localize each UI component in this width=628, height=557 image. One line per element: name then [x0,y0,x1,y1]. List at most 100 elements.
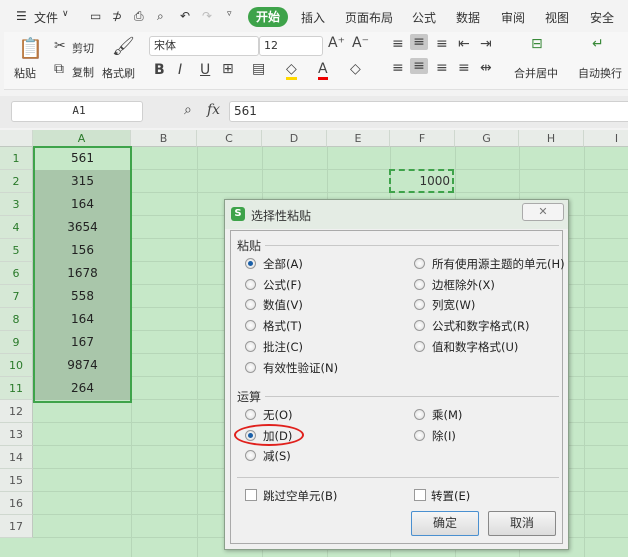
redo-icon[interactable]: ↷ [202,9,212,23]
fill-color-icon[interactable]: ◇ [286,61,297,80]
decrease-font-icon[interactable]: A⁻ [352,35,369,51]
file-menu[interactable]: 文件 [34,9,58,26]
clear-icon[interactable]: ◇ [350,61,361,77]
formula-input[interactable]: 561 [229,101,628,122]
paste-right-0-radio[interactable] [414,258,425,269]
formula-bar: A1 ⌕ fx 561 [0,96,628,128]
paste-left-4-radio[interactable] [245,340,256,352]
row-header-15[interactable]: 15 [0,469,33,492]
font-color-icon[interactable]: A [318,61,328,80]
italic-icon[interactable]: I [178,62,182,78]
operation-right-0-label: 乘(M) [432,408,463,422]
row-header-3[interactable]: 3 [0,193,33,216]
row-header-9[interactable]: 9 [0,331,33,354]
paste-right-4-radio[interactable] [414,340,425,352]
dialog-titlebar: S 选择性粘贴 ✕ [225,200,568,229]
tab-data[interactable]: 数据 [456,9,480,26]
cell-style-icon[interactable]: ▤ [252,61,265,77]
chevron-down-icon[interactable]: ∨ [62,9,69,19]
print-icon[interactable]: ⎙ [134,9,144,24]
column-header-D[interactable]: D [262,130,327,147]
tab-formulas[interactable]: 公式 [412,9,436,26]
cell-F2[interactable]: 1000 [389,169,454,193]
operation-left-0-radio[interactable] [245,409,256,420]
row-header-13[interactable]: 13 [0,423,33,446]
row-header-17[interactable]: 17 [0,515,33,538]
transpose-checkbox[interactable] [414,489,426,501]
increase-indent-icon[interactable]: ⇥ [480,36,492,52]
paste-right-1-radio[interactable] [414,278,425,290]
row-header-1[interactable]: 1 [0,147,33,170]
distribute-icon[interactable]: ⇹ [480,60,492,76]
row-header-10[interactable]: 10 [0,354,33,377]
tab-view[interactable]: 视图 [545,9,569,26]
font-name-select[interactable]: 宋体 [149,36,259,56]
align-left-icon[interactable]: ≡ [392,60,404,76]
row-header-14[interactable]: 14 [0,446,33,469]
row-header-12[interactable]: 12 [0,400,33,423]
column-header-E[interactable]: E [327,130,390,147]
align-right-icon[interactable]: ≡ [436,60,448,76]
row-header-5[interactable]: 5 [0,239,33,262]
row-header-4[interactable]: 4 [0,216,33,239]
paste-left-1-radio[interactable] [245,278,256,290]
export-icon[interactable]: ⊅ [112,9,122,23]
tab-review[interactable]: 审阅 [501,9,525,26]
justify-icon[interactable]: ≡ [458,60,470,76]
column-header-G[interactable]: G [455,130,519,147]
more-icon[interactable]: ▿ [227,9,232,19]
align-middle-icon[interactable]: ≡ [410,34,428,50]
paste-right-4-label: 值和数字格式(U) [432,339,519,354]
bold-icon[interactable]: B [154,62,165,78]
cancel-button[interactable]: 取消 [488,511,556,536]
paste-icon[interactable]: 📋 [18,36,43,60]
underline-icon[interactable]: U [200,62,210,78]
column-header-B[interactable]: B [131,130,197,147]
cut-button[interactable]: 剪切 [72,40,94,56]
hamburger-icon[interactable]: ☰ [16,9,27,23]
tab-home[interactable]: 开始 [248,7,288,27]
column-header-F[interactable]: F [390,130,455,147]
paste-left-0-radio[interactable] [245,258,256,269]
select-all-corner[interactable] [0,130,33,147]
tab-security[interactable]: 安全 [590,9,614,26]
decrease-indent-icon[interactable]: ⇤ [458,36,470,52]
column-header-C[interactable]: C [197,130,262,147]
row-header-2[interactable]: 2 [0,170,33,193]
zoom-icon[interactable]: ⌕ [184,102,192,118]
skip-blanks-checkbox[interactable] [245,489,257,501]
copy-button[interactable]: 复制 [72,64,94,80]
row-header-6[interactable]: 6 [0,262,33,285]
align-center-icon[interactable]: ≡ [410,58,428,74]
align-bottom-icon[interactable]: ≡ [436,36,448,52]
column-header-I[interactable]: I [584,130,628,147]
row-header-7[interactable]: 7 [0,285,33,308]
tab-insert[interactable]: 插入 [301,9,325,26]
row-header-11[interactable]: 11 [0,377,33,400]
align-top-icon[interactable]: ≡ [392,36,404,52]
font-size-select[interactable]: 12 [259,36,323,56]
print-preview-icon[interactable]: ⌕ [157,9,164,24]
paste-left-5-radio[interactable] [245,361,256,373]
ok-button[interactable]: 确定 [411,511,479,536]
increase-font-icon[interactable]: A⁺ [328,35,345,51]
merge-center-button[interactable]: 合并居中 [514,65,558,81]
format-painter-button[interactable]: 格式刷 [102,65,135,81]
column-header-H[interactable]: H [519,130,584,147]
close-button[interactable]: ✕ [522,203,564,221]
name-box[interactable]: A1 [11,101,143,122]
operation-right-1-radio[interactable] [414,429,425,441]
border-icon[interactable]: ⊞ [222,61,234,77]
row-header-16[interactable]: 16 [0,492,33,515]
undo-icon[interactable]: ↶ [180,9,190,23]
column-header-A[interactable]: A [33,130,131,147]
fx-icon[interactable]: fx [207,102,220,118]
row-header-8[interactable]: 8 [0,308,33,331]
operation-right-1-label: 除(I) [432,428,456,443]
operation-left-0-label: 无(O) [263,408,293,422]
save-icon[interactable]: ▭ [90,9,101,23]
operation-right-0-radio[interactable] [414,409,425,420]
paste-button[interactable]: 粘贴 [14,65,36,81]
tab-page-layout[interactable]: 页面布局 [345,9,393,26]
wrap-text-button[interactable]: 自动换行 [578,65,622,81]
